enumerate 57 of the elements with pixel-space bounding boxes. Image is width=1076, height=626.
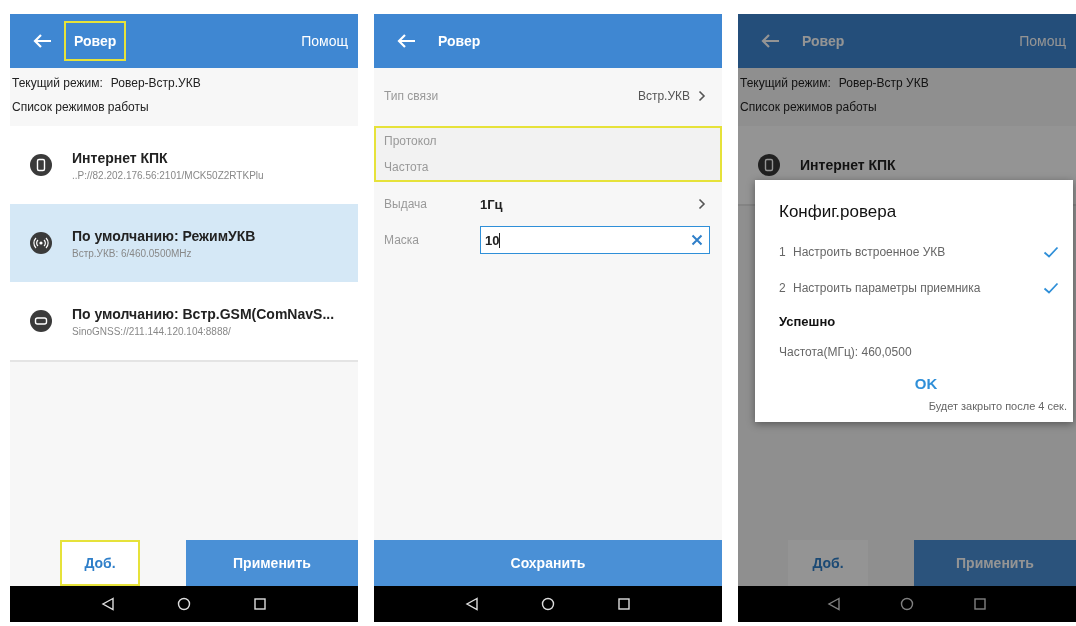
field-value: Встр.УКВ — [637, 89, 690, 103]
ok-button[interactable]: OK — [904, 371, 948, 396]
primary-button[interactable]: Применить — [186, 540, 358, 586]
mode-item[interactable]: По умолчанию: РежимУКВ Встр.УКВ: 6/460.0500MHz — [10, 204, 358, 282]
current-mode-value: Ровер-Встр УКВ — [838, 76, 929, 90]
help-link[interactable]: Помощ — [301, 33, 348, 49]
mode-title: По умолчанию: Встр.GSM(ComNavS... — [72, 305, 335, 322]
status-text: Успешно — [779, 314, 837, 329]
screen-title: Ровер — [437, 32, 482, 51]
step-number: 1 — [779, 245, 787, 259]
current-mode-label: Текущий режим: — [740, 76, 831, 90]
mode-title: Интернет КПК — [72, 149, 169, 166]
list-heading: Список режимов работы — [11, 99, 150, 114]
screen-title: Ровер — [801, 32, 846, 51]
step-number: 2 — [779, 281, 787, 295]
field-label: Маска — [384, 233, 420, 247]
field-label: Протокол — [384, 134, 438, 148]
screen-title: Ровер — [64, 21, 127, 61]
mode-address: Встр.УКВ: 6/460.0500MHz — [72, 247, 193, 259]
phone-icon — [30, 154, 52, 176]
back-arrow-icon[interactable] — [396, 33, 416, 49]
back-triangle-icon[interactable] — [101, 597, 115, 611]
primary-button[interactable]: Сохранить — [374, 540, 722, 586]
back-triangle-icon[interactable] — [465, 597, 479, 611]
back-arrow-icon[interactable] — [760, 33, 780, 49]
home-circle-icon[interactable] — [541, 597, 555, 611]
field-label: Частота — [384, 160, 430, 174]
mode-title: Интернет КПК — [800, 157, 896, 173]
chevron-right-icon[interactable] — [698, 90, 706, 102]
help-link[interactable]: Помощ — [1019, 33, 1066, 49]
back-arrow-icon[interactable] — [32, 33, 52, 49]
primary-button[interactable]: Применить — [914, 540, 1076, 586]
frequency-text: Частота(МГц): 460,0500 — [779, 345, 913, 359]
field-label: Тип связи — [384, 89, 440, 103]
radio-waves-icon — [30, 232, 52, 254]
mode-title: По умолчанию: РежимУКВ — [72, 227, 256, 244]
home-circle-icon[interactable] — [177, 597, 191, 611]
device-icon — [30, 310, 52, 332]
clear-x-icon[interactable] — [691, 234, 703, 246]
recents-square-icon[interactable] — [617, 597, 631, 611]
dialog-title: Конфиг.ровера — [779, 202, 898, 222]
field-label: Выдача — [384, 197, 428, 211]
step-label: Настроить встроенное УКВ — [793, 245, 947, 259]
mask-input-field[interactable]: 10 — [480, 226, 710, 254]
recents-square-icon[interactable] — [253, 597, 267, 611]
mode-address: ..P://82.202.176.56:2101/MCK50Z2RTKPlu — [72, 169, 264, 181]
add-button[interactable]: Доб. — [60, 540, 140, 586]
auto-close-note: Будет закрыто после 4 сек. — [927, 400, 1068, 412]
current-mode-value: Ровер-Встр.УКВ — [110, 76, 201, 90]
current-mode-label: Текущий режим: — [12, 76, 103, 90]
list-heading: Список режимов работы — [739, 99, 878, 114]
step-label: Настроить параметры приемника — [793, 281, 982, 295]
phone-icon — [758, 154, 780, 176]
chevron-right-icon[interactable] — [698, 198, 706, 210]
field-value: 1Гц — [480, 196, 503, 212]
mode-address: SinoGNSS://211.144.120.104:8888/ — [72, 325, 232, 337]
add-button[interactable]: Доб. — [788, 540, 868, 586]
